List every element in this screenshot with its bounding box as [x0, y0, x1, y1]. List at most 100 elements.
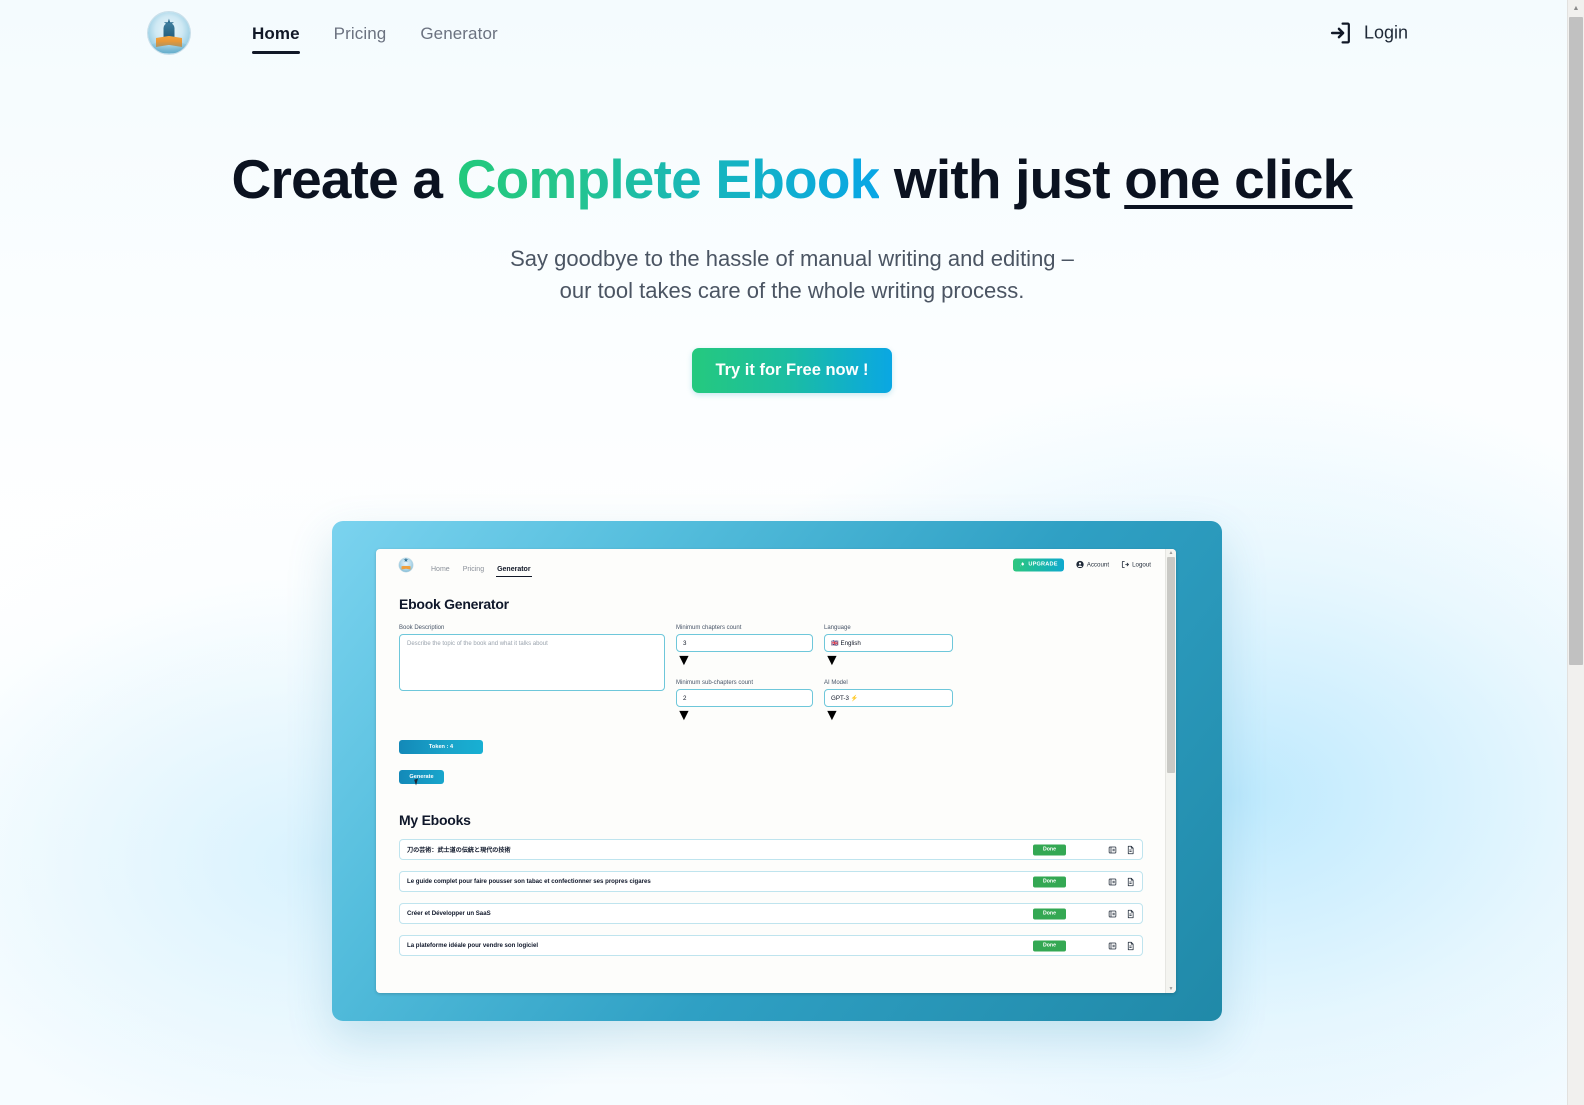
status-badge: Done: [1033, 940, 1066, 951]
ebook-list-item[interactable]: 刀の芸術：武士道の伝統と現代の技術 Done: [399, 839, 1143, 860]
min-subchapters-select[interactable]: 2: [676, 689, 813, 707]
scroll-up-arrow-icon[interactable]: ▲: [1166, 549, 1176, 557]
download-pdf-icon[interactable]: [1126, 909, 1135, 918]
app-header: ★ Home Pricing Generator UPGRADE Account…: [376, 549, 1165, 580]
download-pdf-icon[interactable]: [1126, 845, 1135, 854]
browser-scrollbar-thumb[interactable]: [1569, 17, 1583, 665]
ebook-icons: [1108, 909, 1135, 918]
ai-model-group: AI Model GPT-3 ⚡ ▼: [824, 680, 953, 725]
app-window-scrollbar[interactable]: ▲ ▼: [1165, 549, 1176, 993]
hero-subtitle-line-1: Say goodbye to the hassle of manual writ…: [510, 246, 1074, 272]
chevron-down-icon: ▼: [824, 707, 840, 724]
scroll-down-arrow-icon[interactable]: ▼: [1166, 985, 1176, 993]
min-chapters-group: Minimum chapters count 3 ▼: [676, 625, 813, 670]
min-subchapters-select-wrap: 2 ▼: [676, 689, 813, 725]
sign-in-icon: [1330, 22, 1350, 44]
language-model-column: Language 🇬🇧 English ▼ AI Model GPT-3 ⚡ ▼: [824, 625, 953, 725]
login-button[interactable]: Login: [1328, 21, 1408, 46]
book-description-group: Book Description: [399, 625, 665, 696]
min-subchapters-group: Minimum sub-chapters count 2 ▼: [676, 680, 813, 725]
ebook-title: La plateforme idéale pour vendre son log…: [407, 942, 539, 949]
product-showcase-frame: ★ Home Pricing Generator UPGRADE Account…: [332, 521, 1222, 1021]
book-description-input[interactable]: [399, 634, 665, 691]
headline-underlined: one click: [1124, 148, 1353, 210]
ebook-star-logo-icon[interactable]: ★: [148, 12, 190, 54]
hero-subtitle-line-2: our tool takes care of the whole writing…: [559, 277, 1025, 303]
nav-item-home-label: Home: [252, 24, 300, 43]
ai-model-value: GPT-3: [831, 694, 849, 702]
generate-button[interactable]: Generate: [399, 770, 444, 786]
ai-model-select-wrap: GPT-3 ⚡ ▼: [824, 689, 953, 725]
nav-item-generator-label: Generator: [420, 24, 498, 43]
min-subchapters-label: Minimum sub-chapters count: [676, 680, 754, 686]
app-logo-book-shape: [401, 565, 411, 570]
browser-scrollbar[interactable]: ▲: [1567, 0, 1584, 1105]
language-value: English: [840, 639, 861, 647]
generator-form: Book Description Minimum chapters count …: [399, 625, 1143, 725]
page-title: Create a Complete Ebook with just one cl…: [0, 148, 1584, 210]
app-header-actions: UPGRADE Account Logout: [1013, 558, 1151, 571]
generator-title: Ebook Generator: [399, 596, 509, 612]
app-nav-item-home-label: Home: [431, 566, 450, 573]
main-nav-links: Home Pricing Generator: [252, 0, 498, 66]
app-nav-item-pricing[interactable]: Pricing: [463, 558, 484, 580]
nav-item-pricing-label: Pricing: [333, 24, 387, 43]
download-pdf-icon[interactable]: [1126, 941, 1135, 950]
nav-item-pricing[interactable]: Pricing: [334, 0, 387, 66]
app-nav-item-home[interactable]: Home: [431, 558, 450, 580]
app-logo-star-glyph: ★: [403, 557, 409, 564]
download-pdf-icon[interactable]: [1126, 877, 1135, 886]
ebook-list-item[interactable]: Créer et Développer un SaaS Done: [399, 903, 1143, 924]
chevron-down-icon: ▼: [676, 652, 692, 669]
sign-out-icon: [1121, 561, 1129, 568]
status-badge: Done: [1033, 844, 1066, 855]
user-circle-icon: [1076, 560, 1084, 569]
language-label: Language: [824, 625, 851, 631]
download-epub-icon[interactable]: [1108, 909, 1117, 918]
language-select-wrap: 🇬🇧 English ▼: [824, 634, 953, 670]
ai-model-label: AI Model: [824, 680, 848, 686]
nav-item-generator[interactable]: Generator: [420, 0, 497, 66]
app-nav-item-generator[interactable]: Generator: [496, 558, 533, 580]
download-epub-icon[interactable]: [1108, 877, 1117, 886]
ebook-title: Le guide complet pour faire pousser son …: [407, 878, 651, 885]
scrollbar-thumb[interactable]: [1167, 557, 1175, 773]
download-epub-icon[interactable]: [1108, 941, 1117, 950]
download-epub-icon[interactable]: [1108, 845, 1117, 854]
try-free-cta-button[interactable]: Try it for Free now !: [692, 347, 892, 393]
token-badge: Token : 4: [399, 740, 483, 754]
app-window-content: ★ Home Pricing Generator UPGRADE Account…: [376, 549, 1165, 993]
rocket-icon: [1020, 562, 1025, 567]
ebook-row-actions: Done: [1033, 940, 1135, 951]
hero-subtitle: Say goodbye to the hassle of manual writ…: [0, 243, 1584, 305]
browser-scrollbar-track[interactable]: [1568, 17, 1584, 1105]
upgrade-button[interactable]: UPGRADE: [1013, 558, 1064, 571]
ebook-list-item[interactable]: La plateforme idéale pour vendre son log…: [399, 935, 1143, 956]
status-badge: Done: [1033, 908, 1066, 919]
wave-shape: [148, 41, 190, 53]
app-nav-item-generator-label: Generator: [497, 566, 531, 573]
logout-link[interactable]: Logout: [1121, 561, 1151, 569]
chevron-down-icon: ▼: [824, 652, 840, 669]
language-group: Language 🇬🇧 English ▼: [824, 625, 953, 670]
language-select[interactable]: 🇬🇧 English: [824, 634, 953, 652]
chevron-down-icon: ▼: [676, 707, 692, 724]
chapters-column: Minimum chapters count 3 ▼ Minimum sub-c…: [676, 625, 813, 725]
login-label: Login: [1363, 22, 1408, 43]
status-badge: Done: [1033, 876, 1066, 887]
nav-item-home[interactable]: Home: [252, 0, 300, 66]
browser-scroll-up-arrow-icon[interactable]: ▲: [1568, 0, 1584, 17]
my-ebooks-title: My Ebooks: [399, 812, 471, 828]
top-navigation-bar: ★ Home Pricing Generator Login: [0, 0, 1584, 66]
account-link[interactable]: Account: [1076, 560, 1110, 569]
headline-highlight: Complete Ebook: [456, 148, 881, 210]
account-label: Account: [1086, 561, 1110, 568]
ebook-row-actions: Done: [1033, 908, 1135, 919]
ebook-icons: [1108, 941, 1135, 950]
ai-model-select[interactable]: GPT-3 ⚡: [824, 689, 953, 707]
min-chapters-select[interactable]: 3: [676, 634, 813, 652]
app-logo-icon[interactable]: ★: [399, 557, 413, 572]
min-subchapters-value: 2: [683, 694, 687, 702]
ebook-list-item[interactable]: Le guide complet pour faire pousser son …: [399, 871, 1143, 892]
ebook-row-actions: Done: [1033, 844, 1135, 855]
